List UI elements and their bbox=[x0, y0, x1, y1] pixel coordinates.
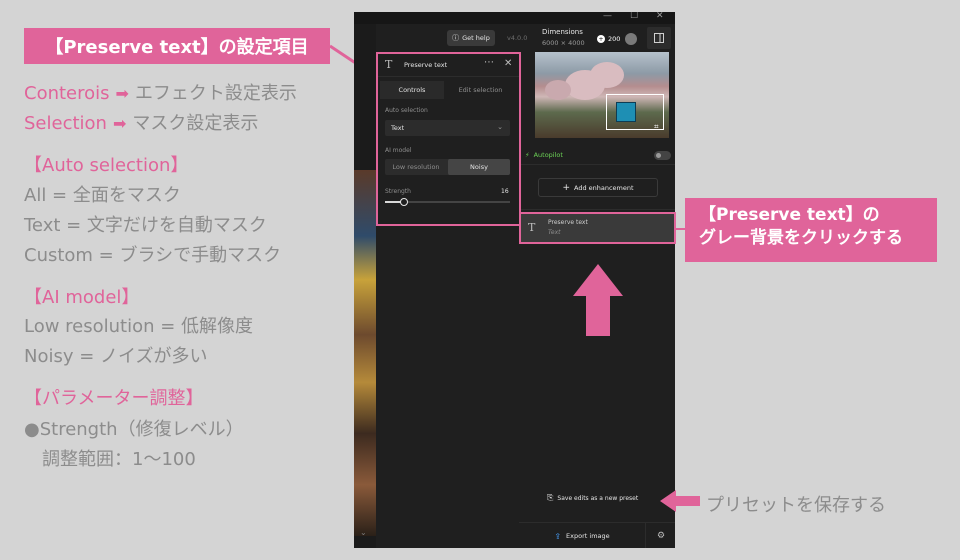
callout-line-1: 【Preserve text】の bbox=[699, 205, 880, 225]
auto-selection-custom: Custom = ブラシで手動マスク bbox=[24, 245, 282, 266]
autopilot-label: Autopilot bbox=[533, 151, 563, 159]
share-icon: ⚙ bbox=[656, 531, 666, 541]
auto-selection-text: Text = 文字だけを自動マスク bbox=[24, 215, 267, 236]
params-range: 調整範囲：1〜100 bbox=[42, 449, 196, 470]
right-arrow-icon: ➡ bbox=[112, 114, 127, 133]
note-selection-key: Selection bbox=[24, 113, 107, 134]
auto-selection-all: All = 全面をマスク bbox=[24, 185, 181, 206]
right-arrow-icon: ➡ bbox=[115, 84, 129, 103]
ai-model-noisy: Noisy = ノイズが多い bbox=[24, 346, 208, 367]
highlight-panel-frame bbox=[376, 52, 521, 226]
divider bbox=[519, 209, 675, 210]
highlight-layer-frame bbox=[519, 212, 676, 244]
close-window-icon[interactable]: ✕ bbox=[656, 12, 664, 21]
dimensions-label: Dimensions bbox=[542, 28, 583, 36]
dimensions-value: 6000 × 4000 bbox=[542, 39, 585, 47]
ai-model-low: Low resolution = 低解像度 bbox=[24, 316, 254, 337]
get-help-label: Get help bbox=[462, 34, 490, 42]
callout-line-2: グレー背景をクリックする bbox=[699, 227, 903, 248]
image-thumbnail[interactable]: ⌗ bbox=[535, 52, 669, 138]
note-selection: Selection ➡ マスク設定表示 bbox=[24, 115, 258, 133]
crop-icon[interactable]: ⌗ bbox=[654, 122, 659, 132]
params-heading: 【パラメーター調整】 bbox=[24, 388, 204, 409]
sidebar-toggle-button[interactable] bbox=[647, 27, 671, 49]
note-controls-value: エフェクト設定表示 bbox=[134, 83, 297, 104]
export-label: Export image bbox=[566, 532, 610, 540]
help-icon: ⓘ bbox=[452, 34, 460, 42]
save-preset-button[interactable]: ⎘ Save edits as a new preset bbox=[547, 493, 638, 503]
preset-note: プリセットを保存する bbox=[706, 495, 886, 516]
export-icon: ⇪ bbox=[554, 531, 562, 541]
thumb-blossom bbox=[590, 62, 624, 88]
credits-badge[interactable]: + 200 bbox=[597, 31, 641, 47]
thumb-blossom bbox=[545, 80, 571, 100]
add-enhancement-button[interactable]: + Add enhancement bbox=[538, 178, 658, 197]
note-selection-value: マスク設定表示 bbox=[132, 113, 259, 134]
lightning-icon: ⚡ bbox=[525, 151, 530, 159]
ai-model-heading: 【AI model】 bbox=[24, 287, 140, 308]
plus-icon: + bbox=[562, 182, 570, 193]
divider bbox=[519, 164, 675, 165]
autopilot-row: ⚡ Autopilot bbox=[525, 151, 563, 159]
sidebar-toggle-icon bbox=[654, 33, 664, 43]
credits-count: 200 bbox=[608, 35, 621, 43]
save-preset-label: Save edits as a new preset bbox=[557, 494, 639, 502]
autopilot-toggle[interactable] bbox=[654, 151, 671, 160]
get-help-button[interactable]: ⓘ Get help bbox=[447, 30, 495, 46]
save-preset-icon: ⎘ bbox=[547, 493, 554, 502]
share-button[interactable]: ⚙ bbox=[647, 523, 675, 548]
version-label: v4.0.0 bbox=[507, 34, 528, 42]
image-canvas-edge bbox=[354, 170, 376, 536]
add-enhancement-label: Add enhancement bbox=[573, 183, 634, 192]
avatar[interactable] bbox=[625, 33, 638, 45]
left-arrow-icon bbox=[660, 490, 700, 512]
minimize-icon[interactable]: — bbox=[603, 12, 612, 21]
params-strength: ●Strength（修復レベル） bbox=[24, 419, 244, 440]
note-controls-key: Conterois bbox=[24, 83, 110, 104]
note-controls: Conterois ➡ エフェクト設定表示 bbox=[24, 85, 297, 103]
maximize-icon[interactable]: ☐ bbox=[630, 12, 638, 21]
chevron-down-icon[interactable]: ⌄ bbox=[360, 528, 367, 537]
footer-bar: ⇪ Export image ⚙ bbox=[519, 522, 675, 548]
export-image-button[interactable]: ⇪ Export image bbox=[519, 523, 646, 548]
up-arrow-icon bbox=[573, 264, 623, 336]
callout-box: 【Preserve text】の グレー背景をクリックする bbox=[685, 198, 937, 262]
credit-icon: + bbox=[597, 35, 605, 43]
auto-selection-heading: 【Auto selection】 bbox=[24, 155, 189, 176]
titlebar: — ☐ ✕ bbox=[354, 12, 675, 24]
